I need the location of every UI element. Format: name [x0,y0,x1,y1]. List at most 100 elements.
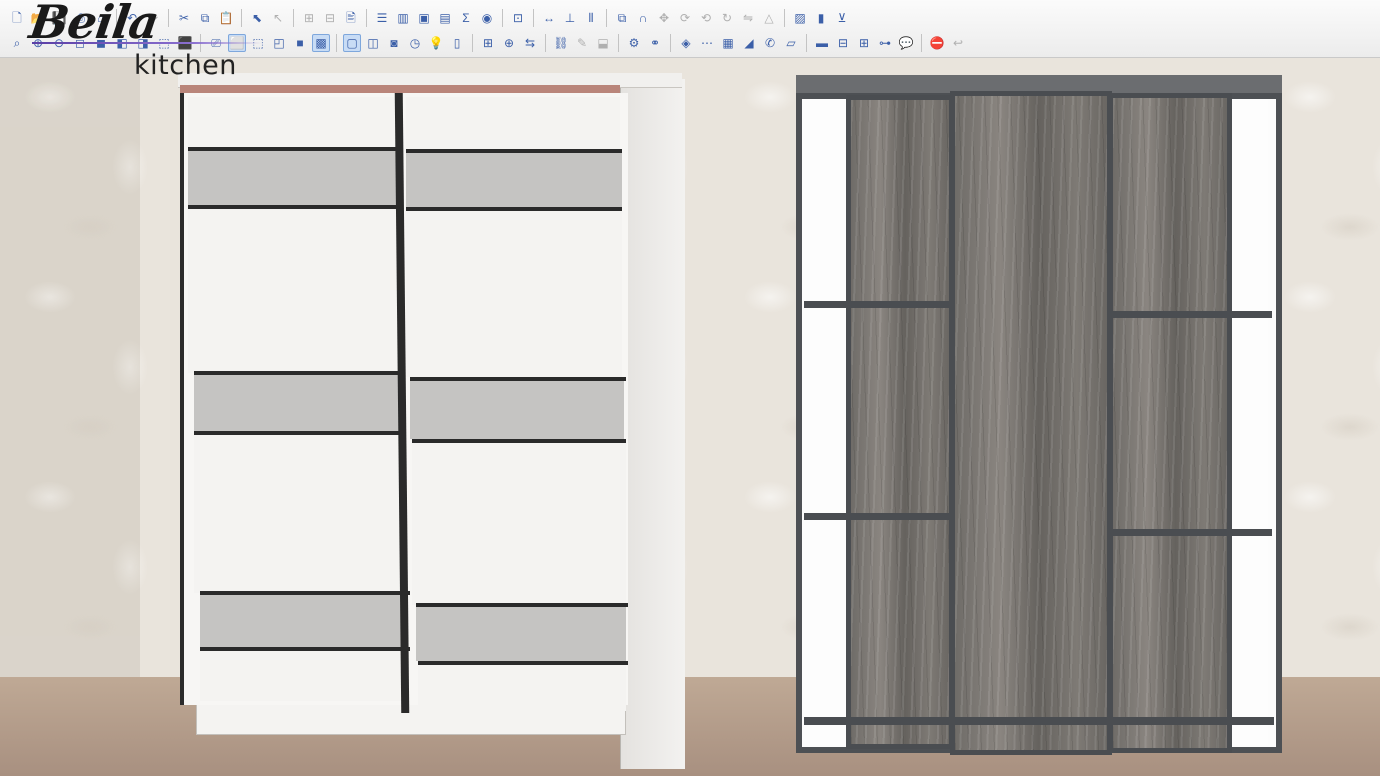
logo-underline [32,42,262,44]
wood-door-right[interactable] [1108,93,1232,753]
door-divider [418,661,628,665]
cut-list-icon[interactable]: ⋯ [698,34,716,52]
wood-door-left[interactable] [846,95,954,749]
edge-icon[interactable]: ⬓ [594,34,612,52]
align-icon[interactable]: ⊥ [561,9,579,27]
wardrobe-side-panel[interactable] [620,79,685,769]
image-icon[interactable]: ▨ [791,9,809,27]
handle-icon[interactable]: ◢ [740,34,758,52]
panel-icon[interactable]: ▥ [394,9,412,27]
triangle-icon[interactable]: △ [760,9,778,27]
door-panel[interactable] [188,209,398,373]
comment-icon[interactable]: 💬 [897,34,915,52]
door-panel-gray[interactable] [410,381,624,439]
cut-icon[interactable]: ✂ [175,9,193,27]
phone-icon[interactable]: ✆ [761,34,779,52]
select-icon[interactable]: ⬉ [248,9,266,27]
split-view-icon[interactable]: ◫ [364,34,382,52]
watermark-logo: Beila kitchen [26,0,262,81]
chain-icon[interactable]: ⚭ [646,34,664,52]
sum-icon[interactable]: Σ [457,9,475,27]
door-divider [188,205,402,209]
paste-icon[interactable]: 📋 [217,9,235,27]
toolbar-separator [168,9,169,27]
frame-crossbar [1110,529,1272,536]
link-icon[interactable]: ⛓ [552,34,570,52]
door-panel[interactable] [188,97,398,149]
ungroup-icon[interactable]: ⊟ [321,9,339,27]
eraser-icon[interactable]: ▱ [782,34,800,52]
distribute-icon[interactable]: ⫴ [582,9,600,27]
door-panel-gray[interactable] [194,375,400,431]
3d-viewport[interactable] [0,57,1380,776]
door-panel[interactable] [200,651,406,701]
rotate-left-icon[interactable]: ⟲ [697,9,715,27]
wood-door-center[interactable] [950,91,1112,755]
back-icon[interactable]: ↩ [949,34,967,52]
move-icon[interactable]: ✥ [655,9,673,27]
grid-icon[interactable]: ⊞ [855,34,873,52]
toolbar-separator [670,34,671,52]
door-divider [416,603,628,607]
plank-icon[interactable]: ▬ [813,34,831,52]
layout-icon[interactable]: ⊡ [509,9,527,27]
window-icon[interactable]: ▢ [343,34,361,52]
frame-crossbar [1110,311,1272,318]
toolbar-separator [502,9,503,27]
pointer-icon[interactable]: ↖ [269,9,287,27]
toolbar-separator [241,9,242,27]
stop-icon[interactable]: ⛔ [928,34,946,52]
zoom-fit-icon[interactable]: ⌕ [8,34,26,52]
frame-crossbar [804,301,952,308]
door-panel-gray[interactable] [188,151,398,205]
table-icon[interactable]: ⊟ [834,34,852,52]
replace-icon[interactable]: ⇆ [521,34,539,52]
overlap-icon[interactable]: ⧉ [613,9,631,27]
door-panel[interactable] [406,211,622,377]
rotate-icon[interactable]: ⟳ [676,9,694,27]
edit-icon[interactable]: ✎ [573,34,591,52]
group-icon[interactable]: ⊞ [300,9,318,27]
toolbar-separator [806,34,807,52]
properties-icon[interactable]: 🖹 [342,9,360,27]
eye-icon[interactable]: ◉ [478,9,496,27]
white-wardrobe-model[interactable] [0,57,700,776]
drawer-icon[interactable]: ▦ [719,34,737,52]
door-panel[interactable] [412,443,626,605]
wardrobe-top-rail[interactable] [180,85,620,93]
door-panel-gray[interactable] [406,153,622,207]
door-panel[interactable] [406,97,620,151]
dark-wardrobe-model[interactable] [796,75,1282,775]
texture-icon[interactable]: ◈ [677,34,695,52]
door-panel[interactable] [418,665,626,711]
tools-icon[interactable]: ⚙ [625,34,643,52]
shaded-icon[interactable]: ◰ [270,34,288,52]
clock-icon[interactable]: ◷ [406,34,424,52]
camera-icon[interactable]: ◙ [385,34,403,52]
chart-icon[interactable]: ▮ [812,9,830,27]
door-panel-gray[interactable] [416,607,626,661]
new-file-icon[interactable]: 🗋 [8,9,26,27]
measure-icon[interactable]: ⊶ [876,34,894,52]
mirror-icon[interactable]: ⇋ [739,9,757,27]
anchor-icon[interactable]: ⊻ [833,9,851,27]
light-icon[interactable]: 💡 [427,34,445,52]
magnet-icon[interactable]: ∩ [634,9,652,27]
rotate-right-icon[interactable]: ↻ [718,9,736,27]
frame-bottom-rail [804,717,1274,725]
textured-icon[interactable]: ▩ [312,34,330,52]
insert-icon[interactable]: ⊕ [500,34,518,52]
door-panel[interactable] [194,435,400,593]
cabinet-icon[interactable]: ▤ [436,9,454,27]
side-glass-strip [1228,99,1268,745]
door-panel-gray[interactable] [200,595,406,647]
sliding-doors-white[interactable] [180,93,628,713]
material-icon[interactable]: ▣ [415,9,433,27]
door-icon[interactable]: ▯ [448,34,466,52]
solid-icon[interactable]: ■ [291,34,309,52]
toolbar-separator [472,34,473,52]
copy-icon[interactable]: ⧉ [196,9,214,27]
add-part-icon[interactable]: ⊞ [479,34,497,52]
dimension-icon[interactable]: ↔ [540,9,558,27]
tree-icon[interactable]: ☰ [373,9,391,27]
